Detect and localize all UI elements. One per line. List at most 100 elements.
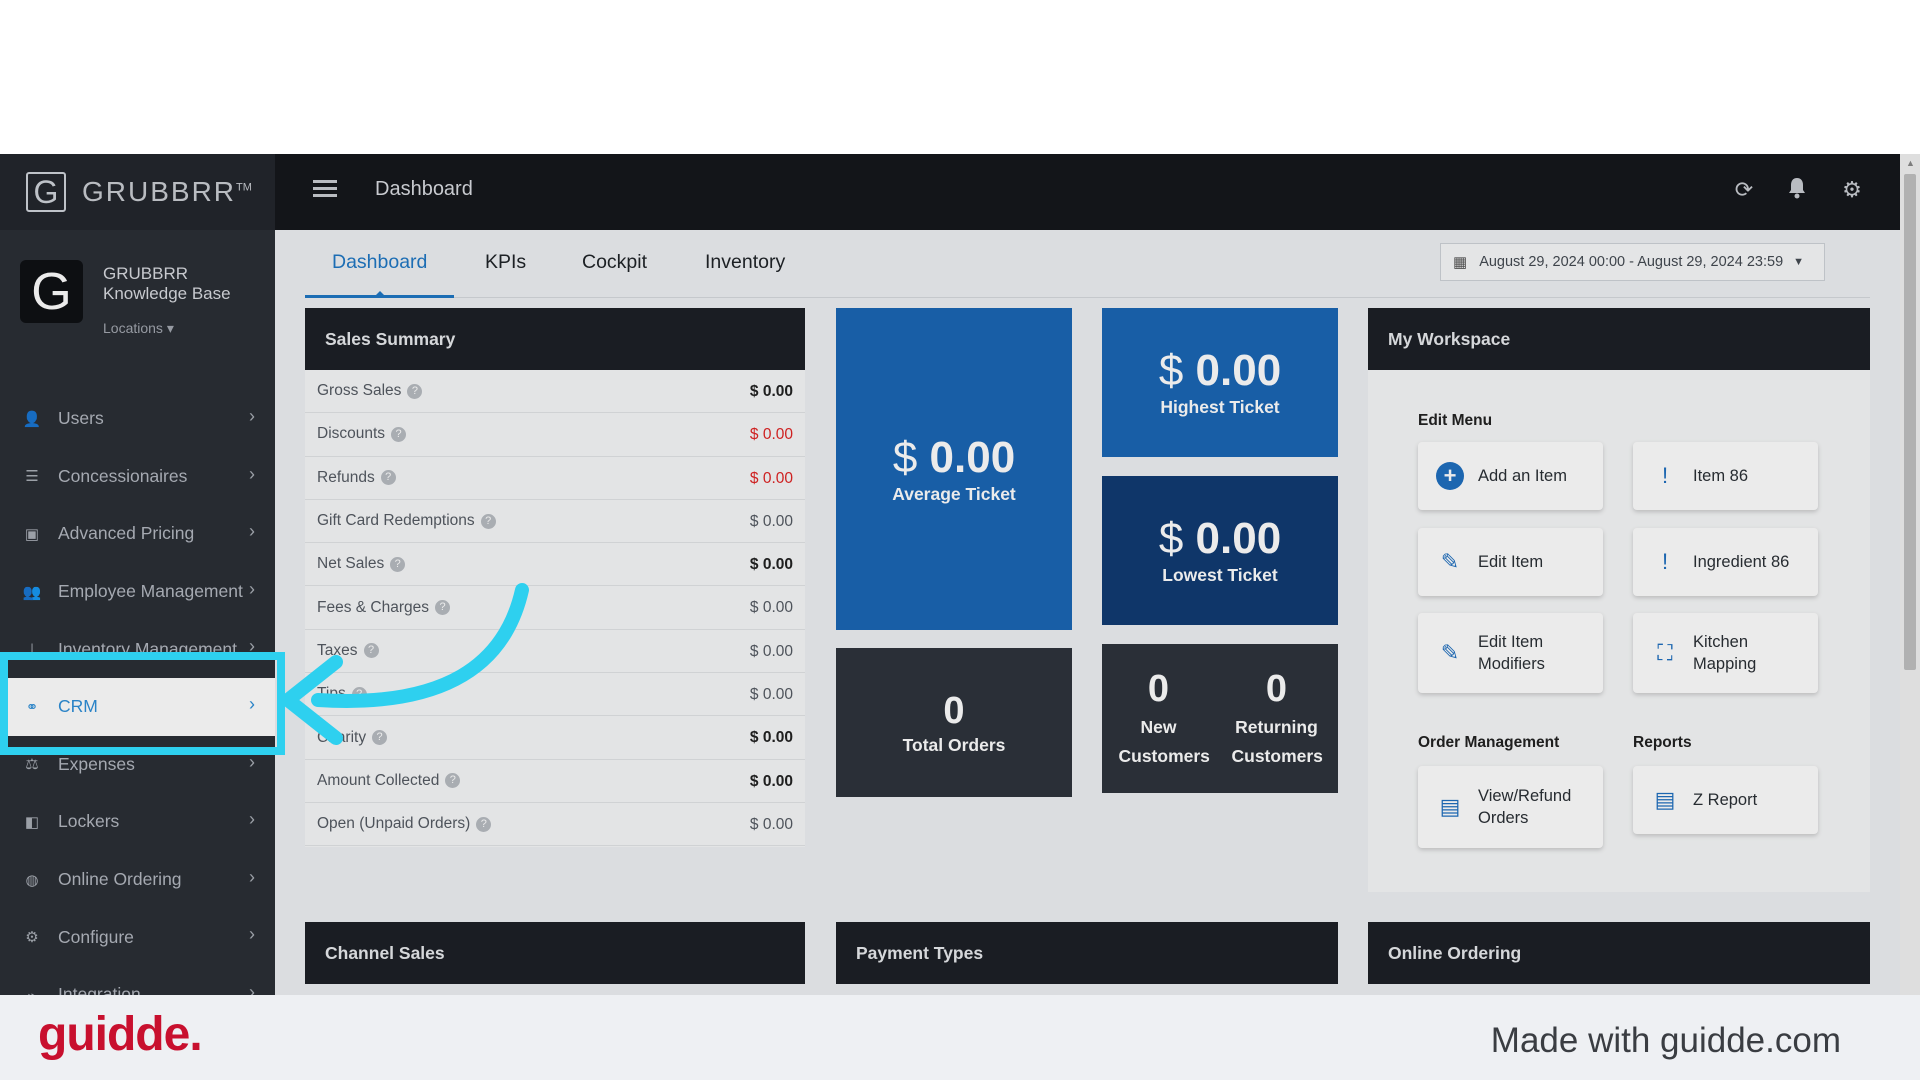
caret-down-icon: ▼ xyxy=(1793,256,1805,268)
help-icon[interactable]: ? xyxy=(390,556,406,572)
top-bar: G GRUBBRRTM Dashboard ⟳ ⚙ xyxy=(0,154,1920,230)
currency-symbol: $ xyxy=(892,432,918,482)
highest-ticket-label: Highest Ticket xyxy=(1160,397,1280,417)
vertical-scrollbar[interactable]: ▲ xyxy=(1900,154,1920,995)
view-refund-orders-button[interactable]: ▤ View/Refund Orders xyxy=(1418,766,1603,848)
edit-menu-heading: Edit Menu xyxy=(1418,412,1493,429)
total-orders-value: 0 xyxy=(943,690,965,732)
bell-icon[interactable] xyxy=(1783,176,1811,204)
average-ticket-label: Average Ticket xyxy=(892,483,1016,504)
help-icon[interactable]: ? xyxy=(363,643,379,659)
view-refund-orders-label: View/Refund Orders xyxy=(1478,787,1572,827)
tab-inventory[interactable]: Inventory xyxy=(678,248,812,298)
highest-ticket-value: 0.00 xyxy=(1195,346,1282,395)
add-item-button[interactable]: + Add an Item xyxy=(1418,442,1603,510)
help-icon[interactable]: ? xyxy=(445,773,461,789)
edit-item-button[interactable]: ✎ Edit Item xyxy=(1418,528,1603,596)
new-customers-label: New Customers xyxy=(1118,716,1210,766)
sidebar-item-lockers[interactable]: ◧ Lockers › xyxy=(0,793,275,851)
sidebar-item-crm[interactable]: ⚭ CRM › xyxy=(0,677,275,736)
tab-kpis[interactable]: KPIs xyxy=(458,248,553,298)
scroll-up-arrow-icon[interactable]: ▲ xyxy=(1906,158,1915,168)
sidebar-item-concessionaires[interactable]: ☰ Concessionaires › xyxy=(0,448,275,506)
help-icon[interactable]: ? xyxy=(407,383,423,399)
help-icon[interactable]: ? xyxy=(391,426,407,442)
kitchen-mapping-button[interactable]: ⛶ Kitchen Mapping xyxy=(1633,613,1818,693)
sales-row-value: $ 0.00 xyxy=(749,729,793,747)
edit-modifiers-label: Edit Item Modifiers xyxy=(1478,633,1545,673)
help-icon[interactable]: ? xyxy=(372,730,388,746)
sidebar-item-users[interactable]: 👤 Users › xyxy=(0,390,275,448)
help-icon[interactable]: ? xyxy=(380,470,396,486)
sales-row-label: Amount Collected xyxy=(317,771,440,789)
tab-dashboard[interactable]: Dashboard xyxy=(305,248,455,298)
lowest-ticket-value: 0.00 xyxy=(1195,514,1282,563)
sidebar-item-employee-management[interactable]: 👥 Employee Management › xyxy=(0,563,275,621)
sales-row-label: Taxes xyxy=(317,641,358,659)
refresh-icon[interactable]: ⟳ xyxy=(1730,176,1758,204)
new-customers-value: 0 xyxy=(1147,667,1170,710)
sidebar-item-online-ordering[interactable]: ◍ Online Ordering › xyxy=(0,851,275,909)
gear-icon[interactable]: ⚙ xyxy=(1838,176,1866,204)
chevron-right-icon: › xyxy=(249,924,255,945)
locations-dropdown[interactable]: Locations ▾ xyxy=(103,320,174,337)
help-icon[interactable]: ? xyxy=(351,686,367,702)
sidebar-item-label: Inventory Management xyxy=(58,638,237,659)
edit-modifiers-button[interactable]: ✎ Edit Item Modifiers xyxy=(1418,613,1603,693)
brand[interactable]: G GRUBBRRTM xyxy=(0,154,275,230)
date-range-picker[interactable]: ▦ August 29, 2024 00:00 - August 29, 202… xyxy=(1440,243,1825,281)
sales-summary-table: Gross Sales? $ 0.00 Discounts? $ 0.00 Refund… xyxy=(305,370,805,847)
pencil-icon: ✎ xyxy=(1440,549,1460,574)
sidebar-item-label: Online Ordering xyxy=(58,869,182,890)
screen: G GRUBBRRTM Dashboard ⟳ ⚙ G GRUBBRR Know… xyxy=(0,0,1920,1080)
sales-row: Open (Unpaid Orders)? $ 0.00 xyxy=(305,803,805,847)
sidebar-item-integration[interactable]: ⌁ Integration › xyxy=(0,966,275,995)
sidebar-nav: 👤 Users › ☰ Concessionaires › ▣ Advanced Pric… xyxy=(0,390,275,995)
scroll-thumb[interactable] xyxy=(1904,174,1916,670)
z-report-button[interactable]: ▤ Z Report xyxy=(1633,766,1818,834)
ingredient86-label: Ingredient 86 xyxy=(1693,553,1790,571)
tab-cockpit[interactable]: Cockpit xyxy=(555,248,674,298)
brand-tm: TM xyxy=(236,181,252,194)
sidebar-item-label: Lockers xyxy=(58,811,120,832)
exclamation-icon: ! xyxy=(1661,463,1669,488)
group-icon: 👥 xyxy=(22,583,42,601)
edit-item-label: Edit Item xyxy=(1478,553,1544,571)
made-with-text: Made with guidde.com xyxy=(1490,1021,1841,1060)
brand-logo-icon: G xyxy=(26,172,66,212)
chevron-right-icon: › xyxy=(249,693,255,714)
org-logo-icon: G xyxy=(20,260,83,323)
hamburger-menu-icon[interactable] xyxy=(313,180,337,198)
sidebar-item-inventory-management[interactable]: ⊥ Inventory Management › xyxy=(0,620,275,678)
sidebar-item-label: Expenses xyxy=(58,753,135,774)
help-icon[interactable]: ? xyxy=(480,513,496,529)
help-icon[interactable]: ? xyxy=(435,600,450,616)
sales-row: Amount Collected? $ 0.00 xyxy=(305,760,805,803)
sales-row-label: Open (Unpaid Orders) xyxy=(317,815,471,833)
item86-button[interactable]: ! Item 86 xyxy=(1633,442,1818,510)
returning-customers: 0 Returning Customers xyxy=(1232,667,1323,771)
chevron-right-icon: › xyxy=(249,981,255,995)
money-icon: ▣ xyxy=(24,525,40,543)
locker-icon: ◧ xyxy=(24,813,40,831)
total-orders-label: Total Orders xyxy=(902,735,1006,755)
chevron-right-icon: › xyxy=(249,866,255,887)
sales-row: Discounts? $ 0.00 xyxy=(305,413,805,457)
sidebar: G GRUBBRR Knowledge Base Locations ▾ 👤 Us… xyxy=(0,230,275,995)
sidebar-item-advanced-pricing[interactable]: ▣ Advanced Pricing › xyxy=(0,505,275,563)
sales-row: Gross Sales? $ 0.00 xyxy=(305,370,805,414)
sidebar-item-configure[interactable]: ⚙ Configure › xyxy=(0,908,275,966)
chevron-right-icon: › xyxy=(249,636,255,657)
plug-icon: ⌁ xyxy=(22,986,42,995)
sales-row-label: Fees & Charges xyxy=(317,598,429,616)
sidebar-item-label: Advanced Pricing xyxy=(58,523,195,544)
chevron-right-icon: › xyxy=(249,578,255,599)
z-report-label: Z Report xyxy=(1693,791,1758,809)
ingredient86-button[interactable]: ! Ingredient 86 xyxy=(1633,528,1818,596)
new-customers: 0 New Customers xyxy=(1118,667,1210,771)
sales-row: Refunds? $ 0.00 xyxy=(305,457,805,500)
sales-row-value: $ 0.00 xyxy=(749,512,793,530)
help-icon[interactable]: ? xyxy=(476,816,492,832)
sales-row-value: $ 0.00 xyxy=(749,599,793,617)
sidebar-item-expenses[interactable]: ⚖ Expenses › xyxy=(0,736,275,794)
